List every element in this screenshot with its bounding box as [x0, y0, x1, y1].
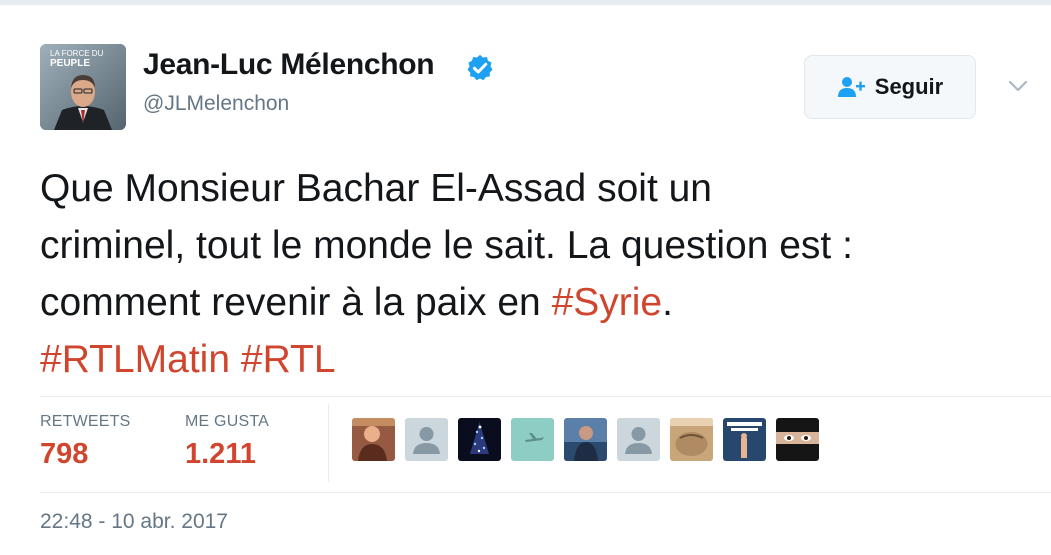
liker-avatar[interactable]	[776, 418, 819, 461]
avatar-image: LA FORCE DU PEUPLE	[40, 44, 126, 130]
tweet-text-segment: Que Monsieur Bachar El-Assad soit un	[40, 167, 712, 210]
add-user-icon	[837, 77, 865, 97]
tweet-text: Que Monsieur Bachar El-Assad soit un crim…	[40, 160, 1040, 388]
liker-avatar-image	[458, 418, 501, 461]
divider-bottom	[40, 492, 1051, 493]
stats-separator	[328, 404, 329, 482]
liker-avatar[interactable]	[511, 418, 554, 461]
liker-avatar[interactable]	[670, 418, 713, 461]
author-name[interactable]: Jean-Luc Mélenchon	[143, 48, 435, 82]
divider-top	[40, 396, 1051, 397]
liker-avatar-image	[723, 418, 766, 461]
likes-count[interactable]: 1.211	[185, 438, 256, 471]
retweets-label[interactable]: RETWEETS	[40, 413, 131, 431]
liker-avatars	[352, 418, 819, 462]
tweet-timestamp[interactable]: 22:48 - 10 abr. 2017	[40, 510, 228, 534]
liker-avatar[interactable]	[617, 418, 660, 461]
hashtag-link[interactable]: #RTLMatin	[40, 338, 230, 381]
hashtag-link[interactable]: #Syrie	[552, 281, 663, 324]
hashtag-link[interactable]: #RTL	[241, 338, 336, 381]
retweets-count[interactable]: 798	[40, 438, 88, 471]
follow-button-label: Seguir	[874, 74, 944, 99]
tweet-text-line: criminel, tout le monde le sait. La ques…	[40, 217, 1040, 274]
liker-avatar-image	[776, 418, 819, 461]
liker-avatar-image	[511, 418, 554, 461]
tweet-text-segment: comment revenir à la paix en	[40, 281, 552, 324]
liker-avatar-image	[617, 418, 660, 461]
author-handle[interactable]: @JLMelenchon	[143, 92, 289, 116]
follow-button[interactable]: Seguir	[804, 55, 976, 119]
liker-avatar-image	[670, 418, 713, 461]
liker-avatar-image	[352, 418, 395, 461]
liker-avatar[interactable]	[723, 418, 766, 461]
avatar-caption-bottom: PEUPLE	[50, 58, 90, 69]
liker-avatar-image	[564, 418, 607, 461]
liker-avatar[interactable]	[405, 418, 448, 461]
likes-label[interactable]: ME GUSTA	[185, 413, 269, 431]
liker-avatar-image	[405, 418, 448, 461]
tweet-text-line: #RTLMatin #RTL	[40, 331, 1040, 388]
liker-avatar[interactable]	[564, 418, 607, 461]
liker-avatar[interactable]	[458, 418, 501, 461]
tweet-text-line: comment revenir à la paix en #Syrie.	[40, 274, 1040, 331]
tweet-card: LA FORCE DU PEUPLE Jean-Luc Mélenchon @J…	[0, 0, 1051, 555]
liker-avatar[interactable]	[352, 418, 395, 461]
chevron-down-icon[interactable]	[1005, 76, 1031, 96]
avatar[interactable]: LA FORCE DU PEUPLE	[40, 44, 126, 130]
tweet-text-segment: .	[662, 281, 673, 324]
avatar-caption-top: LA FORCE DU	[50, 49, 104, 58]
tweet-text-line: Que Monsieur Bachar El-Assad soit un	[40, 160, 1040, 217]
verified-badge-icon	[467, 54, 493, 81]
tweet-text-segment	[230, 338, 241, 381]
tweet-text-segment: criminel, tout le monde le sait. La ques…	[40, 224, 853, 267]
